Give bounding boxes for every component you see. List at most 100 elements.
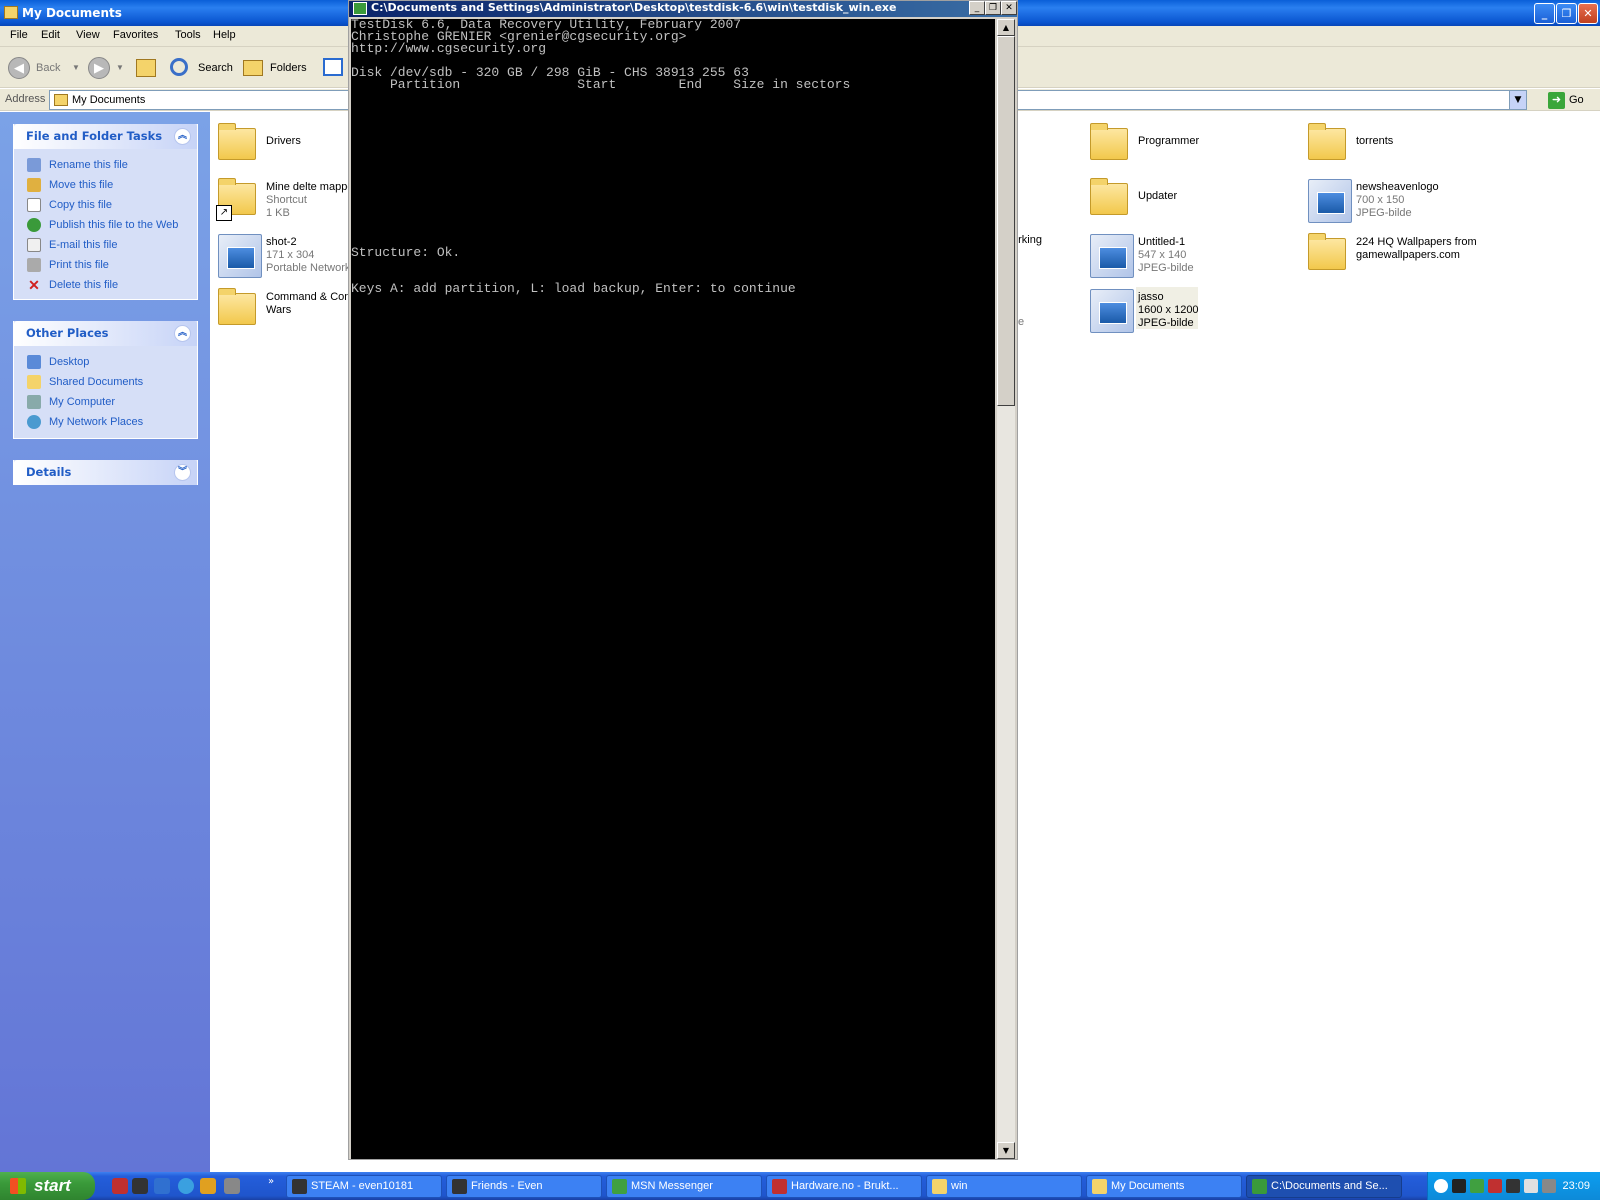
console-window: C:\Documents and Settings\Administrator\… xyxy=(348,0,1018,1160)
taskbar-testdisk[interactable]: C:\Documents and Se... xyxy=(1246,1175,1402,1198)
folder-item[interactable]: 224 HQ Wallpapers from gamewallpapers.co… xyxy=(1304,230,1544,280)
start-button[interactable]: start xyxy=(0,1172,95,1200)
place-shared-documents[interactable]: Shared Documents xyxy=(14,372,197,392)
task-label: Hardware.no - Brukt... xyxy=(791,1180,899,1192)
views-button[interactable] xyxy=(323,55,347,81)
image-file-item-selected[interactable]: jasso 1600 x 1200 JPEG-bilde xyxy=(1086,285,1296,335)
console-scrollbar[interactable]: ▲ ▼ xyxy=(997,19,1015,1159)
taskbar-friends[interactable]: Friends - Even xyxy=(446,1175,602,1198)
task-label: Friends - Even xyxy=(471,1180,543,1192)
console-restore-button[interactable]: ❐ xyxy=(985,1,1001,15)
browser-icon[interactable] xyxy=(154,1178,170,1194)
chevron-down-icon[interactable]: ︾ xyxy=(174,464,191,481)
task-label: win xyxy=(951,1180,968,1192)
scroll-thumb[interactable] xyxy=(997,36,1015,406)
place-network[interactable]: My Network Places xyxy=(14,412,197,432)
item-type: Shortcut xyxy=(266,194,307,206)
item-name: Untitled-1 xyxy=(1138,236,1186,248)
menu-edit[interactable]: Edit xyxy=(41,29,60,41)
chevron-up-icon[interactable]: ︽ xyxy=(174,128,191,145)
go-button[interactable]: ➜ Go xyxy=(1548,90,1584,110)
explorer-title: My Documents xyxy=(22,6,122,20)
shortcut-arrow-icon: ↗ xyxy=(216,205,232,221)
tray-arrow-icon[interactable] xyxy=(1434,1179,1448,1193)
task-publish[interactable]: Publish this file to the Web xyxy=(14,215,197,235)
image-file-icon xyxy=(1308,179,1352,223)
chevron-up-icon[interactable]: ︽ xyxy=(174,325,191,342)
item-name: Drivers xyxy=(266,135,301,147)
console-line: http://www.cgsecurity.org xyxy=(351,41,547,56)
task-rename[interactable]: Rename this file xyxy=(14,155,197,175)
system-tray: 23:09 xyxy=(1427,1172,1600,1200)
taskbar: start » STEAM - even10181 Friends - Even… xyxy=(0,1172,1600,1200)
task-copy[interactable]: Copy this file xyxy=(14,195,197,215)
back-label: Back xyxy=(36,62,61,74)
email-icon xyxy=(27,238,41,252)
up-folder-icon xyxy=(136,59,156,77)
console-minimize-button[interactable]: _ xyxy=(969,1,985,15)
folder-icon xyxy=(54,94,68,106)
panel-header[interactable]: File and Folder Tasks ︽ xyxy=(14,124,197,149)
internet-explorer-icon[interactable] xyxy=(178,1178,194,1194)
task-delete[interactable]: ✕ Delete this file xyxy=(14,275,197,295)
folder-item[interactable]: torrents xyxy=(1304,120,1514,170)
winamp-icon[interactable] xyxy=(200,1178,216,1194)
tray-steam-icon[interactable] xyxy=(1506,1179,1520,1193)
menu-favorites[interactable]: Favorites xyxy=(113,29,158,41)
minimize-button[interactable]: _ xyxy=(1534,3,1555,24)
menu-file[interactable]: File xyxy=(10,29,28,41)
chevron-down-icon[interactable]: ▼ xyxy=(1509,91,1526,109)
folder-item[interactable]: Programmer xyxy=(1086,120,1296,170)
console-output[interactable]: TestDisk 6.6, Data Recovery Utility, Feb… xyxy=(351,19,995,1159)
tray-app-icon[interactable] xyxy=(1452,1179,1466,1193)
scroll-down-icon[interactable]: ▼ xyxy=(997,1142,1015,1159)
task-move[interactable]: Move this file xyxy=(14,175,197,195)
address-value: My Documents xyxy=(72,94,146,106)
windows-flag-icon xyxy=(10,1178,26,1194)
place-my-computer[interactable]: My Computer xyxy=(14,392,197,412)
taskbar-win[interactable]: win xyxy=(926,1175,1082,1198)
restore-button[interactable]: ❐ xyxy=(1556,3,1577,24)
console-title-bar[interactable]: C:\Documents and Settings\Administrator\… xyxy=(349,1,1017,17)
tray-network-icon[interactable] xyxy=(1542,1179,1556,1193)
back-button[interactable]: ◀ Back ▼ xyxy=(8,55,88,81)
task-email[interactable]: E-mail this file xyxy=(14,235,197,255)
chevron-right-icon[interactable]: » xyxy=(268,1176,274,1187)
image-file-item[interactable]: Untitled-1 547 x 140 JPEG-bilde xyxy=(1086,230,1296,280)
steam-icon[interactable] xyxy=(132,1178,148,1194)
taskbar-hardware[interactable]: Hardware.no - Brukt... xyxy=(766,1175,922,1198)
scroll-up-icon[interactable]: ▲ xyxy=(997,19,1015,36)
place-label: Shared Documents xyxy=(49,376,144,388)
tray-volume-icon[interactable] xyxy=(1524,1179,1538,1193)
tray-opera-icon[interactable] xyxy=(1488,1179,1502,1193)
forward-button[interactable]: ▶ ▼ xyxy=(88,55,128,81)
tray-msn-icon[interactable] xyxy=(1470,1179,1484,1193)
taskbar-my-documents[interactable]: My Documents xyxy=(1086,1175,1242,1198)
folder-icon xyxy=(218,123,256,160)
media-icon[interactable] xyxy=(224,1178,240,1194)
image-file-item[interactable]: newsheavenlogo 700 x 150 JPEG-bilde xyxy=(1304,175,1514,225)
dropdown-arrow-icon: ▼ xyxy=(72,63,80,72)
go-arrow-icon: ➜ xyxy=(1548,92,1565,109)
task-print[interactable]: Print this file xyxy=(14,255,197,275)
panel-header[interactable]: Other Places ︽ xyxy=(14,321,197,346)
folders-button[interactable]: Folders xyxy=(243,55,309,81)
taskbar-msn[interactable]: MSN Messenger xyxy=(606,1175,762,1198)
taskbar-steam[interactable]: STEAM - even10181 xyxy=(286,1175,442,1198)
menu-tools[interactable]: Tools xyxy=(175,29,201,41)
console-line: Keys A: add partition, L: load backup, E… xyxy=(351,281,796,296)
console-close-button[interactable]: ✕ xyxy=(1001,1,1017,15)
panel-header[interactable]: Details ︾ xyxy=(14,460,197,485)
place-desktop[interactable]: Desktop xyxy=(14,352,197,372)
panel-title: Details xyxy=(26,465,72,479)
search-button[interactable]: Search xyxy=(170,55,233,81)
image-file-icon xyxy=(1090,234,1134,278)
opera-icon[interactable] xyxy=(112,1178,128,1194)
views-icon xyxy=(323,58,343,76)
menu-view[interactable]: View xyxy=(76,29,100,41)
folder-item[interactable]: Updater xyxy=(1086,175,1296,225)
menu-help[interactable]: Help xyxy=(213,29,236,41)
close-button[interactable]: ✕ xyxy=(1578,3,1598,24)
up-folder-button[interactable] xyxy=(136,55,160,81)
folder-icon xyxy=(218,288,256,325)
